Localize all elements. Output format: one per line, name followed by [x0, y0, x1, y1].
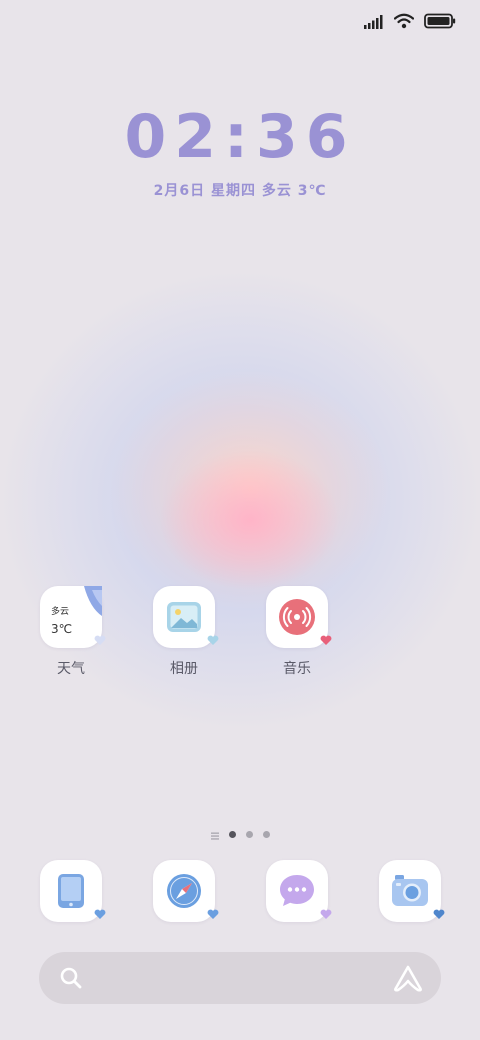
search-icon[interactable] [59, 966, 83, 994]
weather-condition: 多云 [51, 607, 70, 617]
wifi-icon [393, 13, 415, 33]
weather-temp: 3℃ [51, 622, 73, 636]
music-icon [266, 586, 332, 648]
app-label: 音乐 [283, 661, 311, 677]
app-label: 相册 [170, 661, 198, 677]
page-dot-active[interactable] [228, 831, 236, 838]
weather-widget-icon: 多云 3℃ [40, 586, 106, 648]
status-bar [364, 12, 456, 34]
gallery-icon [153, 586, 219, 648]
dock-messages[interactable] [265, 860, 332, 922]
page-dot[interactable] [245, 831, 253, 838]
compass-icon [153, 860, 219, 922]
heart-badge-icon [320, 905, 332, 924]
message-icon [266, 860, 332, 922]
heart-badge-icon [320, 631, 332, 650]
camera-icon [379, 860, 445, 922]
heart-badge-icon [433, 905, 445, 924]
heart-badge-icon [207, 631, 219, 650]
page-dot[interactable] [262, 831, 270, 838]
dock-camera[interactable] [378, 860, 445, 922]
app-music[interactable]: 音乐 [265, 586, 332, 678]
lock-date: 2月6日 星期四 多云 3℃ [153, 183, 327, 199]
heart-badge-icon [94, 631, 106, 650]
app-label: 天气 [57, 661, 85, 677]
drawer-lines-icon[interactable] [210, 825, 219, 844]
signal-bars-icon [364, 14, 384, 33]
app-gallery[interactable]: 相册 [152, 586, 219, 678]
phone-device-icon [40, 860, 106, 922]
dock-browser[interactable] [152, 860, 219, 922]
app-weather[interactable]: 多云 3℃ 天气 [39, 586, 106, 678]
heart-badge-icon [94, 905, 106, 924]
search-bar[interactable] [39, 952, 441, 1004]
assistant-logo-icon[interactable] [393, 964, 423, 996]
lock-clock: 02:36 [124, 102, 356, 172]
battery-icon [424, 13, 456, 33]
page-indicator[interactable] [0, 825, 480, 844]
heart-badge-icon [207, 905, 219, 924]
dock-phone[interactable] [39, 860, 106, 922]
